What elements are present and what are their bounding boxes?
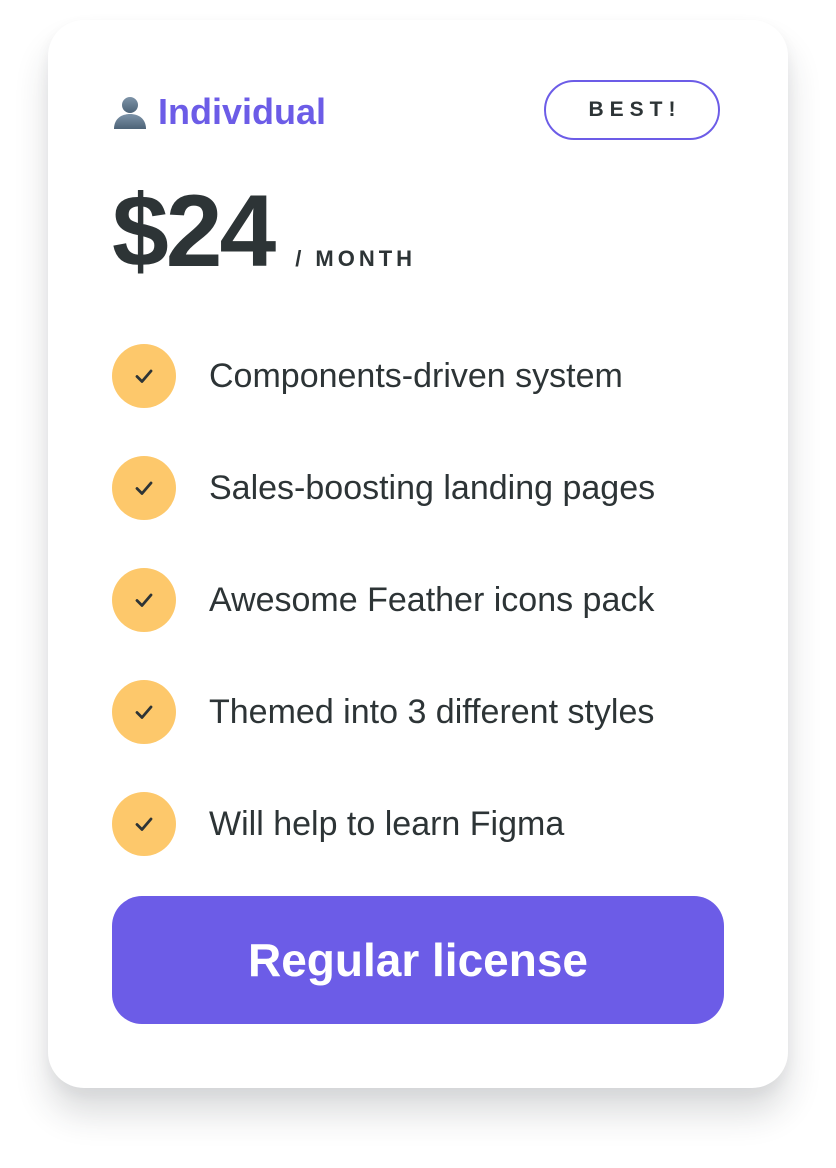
feature-text: Sales-boosting landing pages <box>209 468 656 507</box>
best-badge[interactable]: BEST! <box>544 80 720 140</box>
feature-text: Themed into 3 different styles <box>209 692 655 731</box>
feature-item: Sales-boosting landing pages <box>112 456 752 520</box>
feature-text: Will help to learn Figma <box>209 804 565 843</box>
price-amount: $24 <box>112 174 276 288</box>
check-icon <box>112 568 176 632</box>
plan-header: Individual <box>112 90 326 134</box>
price-period: / MONTH <box>295 246 417 271</box>
check-icon <box>112 680 176 744</box>
feature-item: Themed into 3 different styles <box>112 680 752 744</box>
feature-item: Components-driven system <box>112 344 752 408</box>
check-icon <box>112 456 176 520</box>
feature-text: Components-driven system <box>209 356 623 395</box>
check-icon <box>112 344 176 408</box>
check-icon <box>112 792 176 856</box>
user-icon <box>112 94 158 130</box>
pricing-card: Individual BEST! $24 / MONTH Components-… <box>48 20 788 1088</box>
regular-license-button[interactable]: Regular license <box>112 896 724 1024</box>
feature-list: Components-driven system Sales-boosting … <box>112 344 752 904</box>
plan-name: Individual <box>158 91 327 132</box>
feature-item: Awesome Feather icons pack <box>112 568 752 632</box>
feature-item: Will help to learn Figma <box>112 792 752 856</box>
feature-text: Awesome Feather icons pack <box>209 580 655 619</box>
price: $24 / MONTH <box>112 176 416 286</box>
badge-label: BEST! <box>588 98 682 121</box>
